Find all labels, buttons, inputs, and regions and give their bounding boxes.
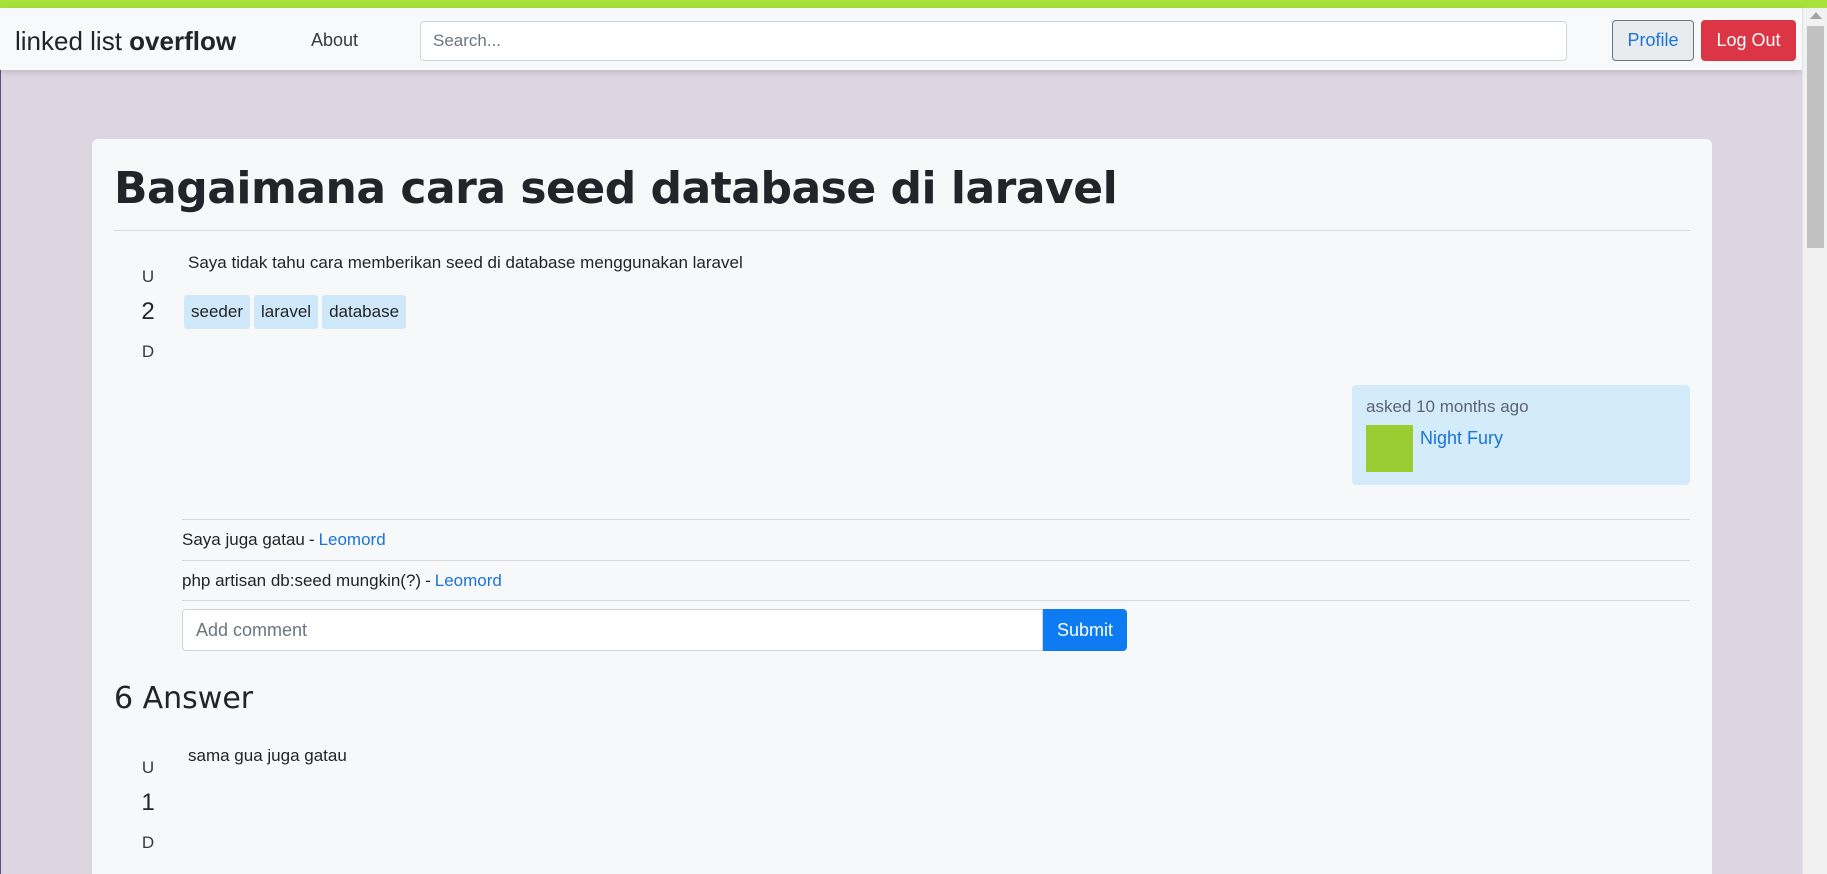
tag-list: seeder laravel database	[184, 295, 407, 329]
question-card: Bagaimana cara seed database di laravel …	[92, 139, 1712, 874]
downvote-button[interactable]: D	[128, 833, 168, 853]
question-vote: U 2 D	[128, 267, 168, 362]
brand-light: linked list	[15, 26, 130, 56]
search-input[interactable]	[420, 21, 1567, 61]
brand-logo[interactable]: linked list overflow	[15, 26, 236, 57]
top-accent-bar	[0, 0, 1827, 8]
vote-count: 1	[141, 789, 155, 816]
submit-comment-button[interactable]: Submit	[1043, 609, 1127, 651]
comment-item: Saya juga gatau - Leomord	[182, 519, 1690, 560]
answer-vote: U 1 D	[128, 758, 168, 853]
scroll-up-arrow-icon[interactable]	[1810, 12, 1822, 19]
avatar[interactable]	[1366, 425, 1413, 472]
answers-heading: 6 Answer	[114, 681, 254, 716]
title-divider	[114, 230, 1690, 231]
question-body: Saya tidak tahu cara memberikan seed di …	[188, 253, 743, 272]
answer-body: sama gua juga gatau	[188, 746, 347, 765]
left-edge-line	[0, 70, 1, 874]
logout-button[interactable]: Log Out	[1701, 20, 1796, 61]
comment-list: Saya juga gatau - Leomord php artisan db…	[182, 519, 1690, 601]
add-comment-input[interactable]	[182, 609, 1043, 651]
comment-separator: -	[425, 570, 431, 590]
comment-item: php artisan db:seed mungkin(?) - Leomord	[182, 560, 1690, 601]
navbar: linked list overflow About Profile Log O…	[0, 8, 1802, 70]
profile-button[interactable]: Profile	[1612, 20, 1694, 61]
tag-laravel[interactable]: laravel	[253, 295, 319, 329]
vote-count: 2	[141, 298, 155, 325]
comment-form: Submit	[182, 609, 1127, 651]
nav-about-link[interactable]: About	[311, 30, 358, 51]
asker-info-box: asked 10 months ago Night Fury	[1352, 385, 1690, 485]
asker-name-link[interactable]: Night Fury	[1420, 428, 1503, 449]
scroll-thumb[interactable]	[1807, 26, 1824, 248]
comment-author-link[interactable]: Leomord	[319, 530, 386, 550]
comment-author-link[interactable]: Leomord	[435, 571, 502, 591]
brand-bold: overflow	[129, 26, 237, 56]
comment-text: Saya juga gatau	[182, 530, 305, 549]
comment-separator: -	[308, 530, 315, 549]
comment-text: php artisan db:seed mungkin(?)	[182, 570, 422, 590]
question-title: Bagaimana cara seed database di laravel	[114, 163, 1118, 214]
upvote-button[interactable]: U	[128, 267, 168, 297]
asked-time: asked 10 months ago	[1366, 397, 1529, 416]
upvote-button[interactable]: U	[128, 758, 168, 788]
downvote-button[interactable]: D	[128, 342, 168, 362]
page-scrollbar[interactable]	[1802, 8, 1827, 874]
tag-database[interactable]: database	[322, 295, 407, 329]
tag-seeder[interactable]: seeder	[184, 295, 250, 329]
